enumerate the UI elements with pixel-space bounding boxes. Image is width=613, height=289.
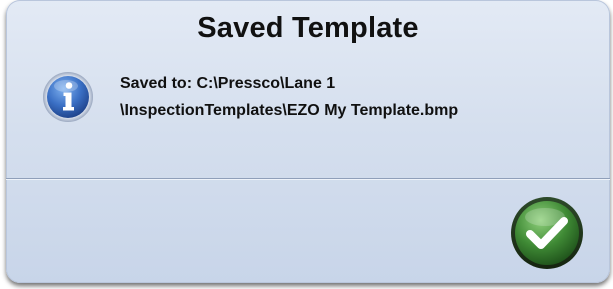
ok-button[interactable] (510, 196, 584, 270)
dialog-title: Saved Template (197, 12, 419, 44)
message-text: Saved to: C:\Pressco\Lane 1 \InspectionT… (120, 70, 458, 124)
info-icon (42, 71, 94, 123)
message-line-1: Saved to: C:\Pressco\Lane 1 (120, 75, 336, 92)
saved-template-dialog: Saved Template Saved to: C:\Pressco\Lane… (6, 0, 610, 283)
message-line-2: \InspectionTemplates\EZO My Template.bmp (120, 102, 459, 119)
checkmark-icon (511, 197, 583, 269)
divider (6, 178, 610, 180)
